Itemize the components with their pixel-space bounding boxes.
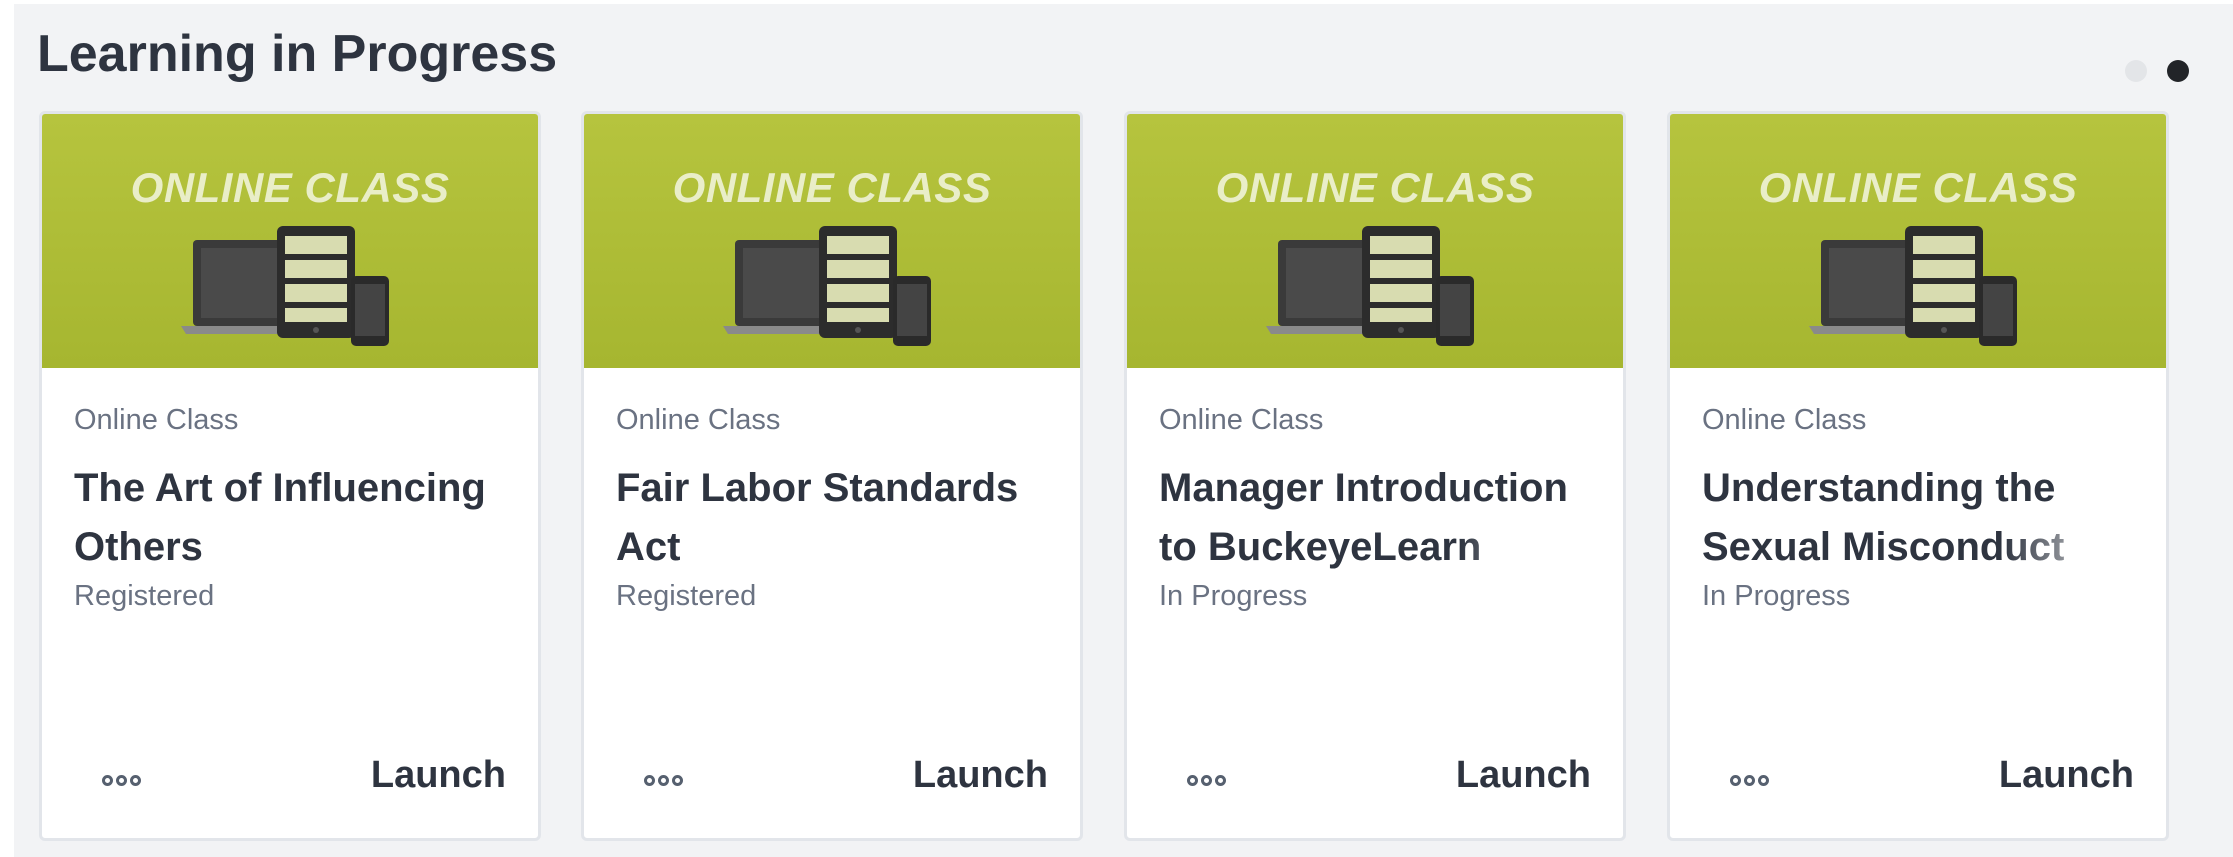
launch-button[interactable]: Launch: [1999, 754, 2134, 797]
card-title[interactable]: Manager Introduction to BuckeyeLearn: [1159, 459, 1609, 581]
hero-label: ONLINE CLASS: [672, 164, 992, 211]
hero-label: ONLINE CLASS: [130, 164, 450, 211]
card-status: Registered: [616, 580, 757, 612]
hero-label: ONLINE CLASS: [1758, 164, 2078, 211]
learning-card[interactable]: ONLINE CLASS Online Class Fair Labor Sta…: [581, 111, 1083, 841]
card-hero-image: ONLINE CLASS: [584, 114, 1080, 368]
launch-button[interactable]: Launch: [913, 754, 1048, 797]
card-type-label: Online Class: [1702, 404, 1867, 436]
more-options-icon[interactable]: [1730, 770, 1780, 790]
pager-dot-page-1[interactable]: [2125, 60, 2147, 82]
launch-button[interactable]: Launch: [1456, 754, 1591, 797]
laptop-tablet-phone-icon: [181, 226, 389, 346]
card-type-label: Online Class: [1159, 404, 1324, 436]
card-type-label: Online Class: [616, 404, 781, 436]
laptop-tablet-phone-icon: [1266, 226, 1474, 346]
card-status: In Progress: [1159, 580, 1308, 612]
card-hero-image: ONLINE CLASS: [1127, 114, 1623, 368]
card-title[interactable]: Fair Labor Standards Act: [616, 459, 1066, 581]
section-title: Learning in Progress: [37, 25, 558, 83]
card-status: In Progress: [1702, 580, 1851, 612]
more-options-icon[interactable]: [102, 770, 152, 790]
card-title[interactable]: The Art of Influencing Others: [74, 459, 524, 581]
learning-card[interactable]: ONLINE CLASS Online Class Manager Introd…: [1124, 111, 1626, 841]
pager-dot-page-2[interactable]: [2167, 60, 2189, 82]
card-title[interactable]: Understanding the Sexual Misconduct: [1702, 459, 2152, 581]
card-type-label: Online Class: [74, 404, 239, 436]
laptop-tablet-phone-icon: [1809, 226, 2017, 346]
card-status: Registered: [74, 580, 215, 612]
more-options-icon[interactable]: [1187, 770, 1237, 790]
launch-button[interactable]: Launch: [371, 754, 506, 797]
card-hero-image: ONLINE CLASS: [42, 114, 538, 368]
learning-card[interactable]: ONLINE CLASS Online Class Understanding …: [1667, 111, 2169, 841]
laptop-tablet-phone-icon: [723, 226, 931, 346]
card-hero-image: ONLINE CLASS: [1670, 114, 2166, 368]
more-options-icon[interactable]: [644, 770, 694, 790]
hero-label: ONLINE CLASS: [1215, 164, 1535, 211]
learning-card[interactable]: ONLINE CLASS Online Class The Art of Inf…: [39, 111, 541, 841]
